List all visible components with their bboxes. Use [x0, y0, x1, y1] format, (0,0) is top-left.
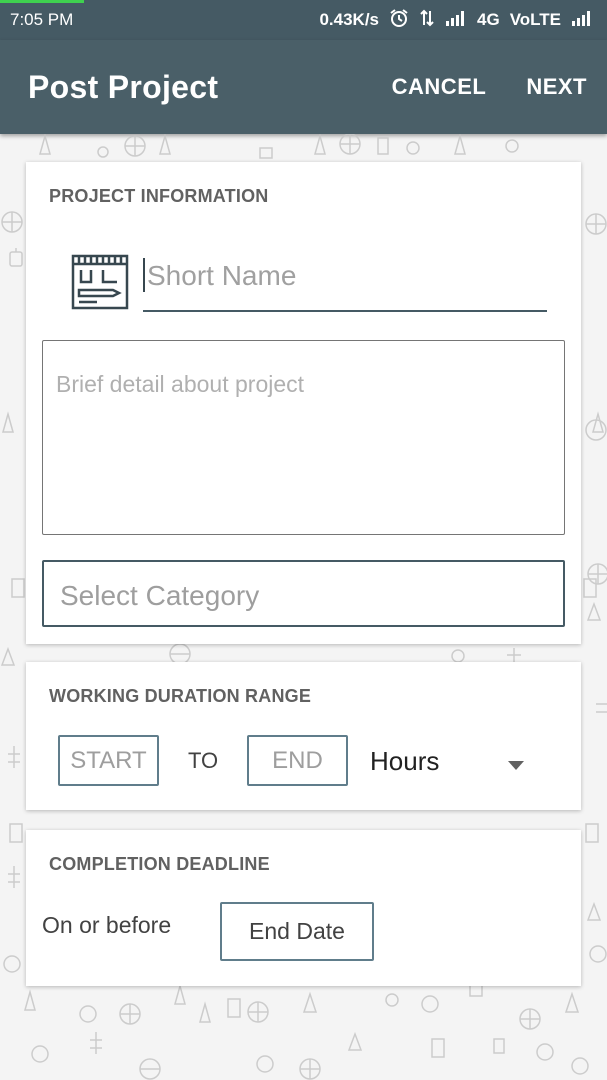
short-name-placeholder: Short Name — [147, 260, 297, 291]
project-info-card: PROJECT INFORMATION Short Name Brief det… — [26, 162, 581, 644]
loading-progress — [0, 0, 84, 3]
start-input[interactable]: START — [58, 735, 159, 786]
signal-icon — [445, 10, 467, 31]
duration-unit-value: Hours — [370, 746, 440, 776]
project-detail-placeholder: Brief detail about project — [56, 371, 305, 397]
project-info-heading: PROJECT INFORMATION — [49, 186, 269, 206]
status-bar: 7:05 PM 0.43K/s 4G VoLTE — [0, 0, 607, 40]
end-input[interactable]: END — [247, 735, 348, 786]
deadline-card: COMPLETION DEADLINE On or before End Dat… — [26, 830, 581, 986]
short-name-field[interactable]: Short Name — [143, 250, 547, 312]
blueprint-icon — [71, 254, 129, 315]
to-label: TO — [188, 748, 219, 773]
duration-heading: WORKING DURATION RANGE — [49, 686, 312, 706]
dropdown-arrow-icon — [508, 757, 524, 775]
project-detail-textarea[interactable]: Brief detail about project — [42, 340, 565, 535]
network-type: 4G — [477, 10, 500, 29]
alarm-icon — [389, 8, 409, 33]
select-category-placeholder: Select Category — [60, 580, 260, 611]
volte-label: VoLTE — [509, 10, 561, 29]
status-time: 7:05 PM — [10, 10, 74, 29]
next-button[interactable]: NEXT — [526, 74, 587, 100]
data-transfer-icon — [419, 9, 435, 32]
text-cursor — [143, 258, 145, 292]
deadline-heading: COMPLETION DEADLINE — [49, 854, 270, 874]
duration-unit-dropdown[interactable]: Hours — [370, 735, 550, 786]
signal-icon-2 — [571, 10, 593, 31]
end-placeholder: END — [272, 746, 323, 774]
status-indicators: 0.43K/s 4G VoLTE — [319, 8, 593, 33]
app-bar: Post Project CANCEL NEXT — [0, 40, 607, 134]
duration-card: WORKING DURATION RANGE START TO END Hour… — [26, 662, 581, 810]
page-title: Post Project — [28, 68, 219, 105]
end-date-button[interactable]: End Date — [220, 902, 374, 961]
status-speed: 0.43K/s — [319, 10, 379, 29]
on-or-before-label: On or before — [42, 912, 172, 938]
select-category-field[interactable]: Select Category — [42, 560, 565, 627]
start-placeholder: START — [70, 746, 147, 774]
cancel-button[interactable]: CANCEL — [392, 74, 487, 100]
end-date-label: End Date — [249, 918, 345, 944]
